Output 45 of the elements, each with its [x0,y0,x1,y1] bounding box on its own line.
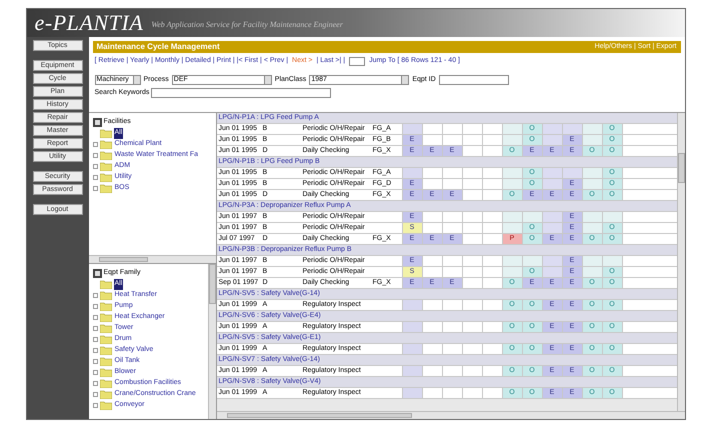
expand-icon[interactable] [92,326,98,331]
folder-icon [100,129,112,138]
folder-icon [100,368,112,377]
expand-icon[interactable] [92,164,98,169]
vertical-scrollbar[interactable] [208,264,216,419]
folder-icon [100,390,112,399]
folder-icon [100,346,112,355]
eqpt-id-field[interactable] [438,75,509,86]
expand-icon[interactable] [92,359,98,364]
expand-icon[interactable] [92,293,98,298]
folder-icon [100,302,112,311]
page-title: Maintenance Cycle Management [96,41,220,53]
expand-icon[interactable] [92,186,98,191]
expand-icon[interactable] [92,153,98,158]
folder-icon [100,184,112,193]
expand-icon[interactable] [92,348,98,353]
expand-icon[interactable] [92,403,98,408]
expand-icon[interactable] [92,315,98,320]
folder-icon [100,379,112,388]
expand-icon[interactable] [92,392,98,397]
tagline: Web Application Service for Facility Maintenance Engineer [151,19,343,31]
folder-icon [100,335,112,344]
folder-icon [100,151,112,160]
folder-icon [100,313,112,322]
logo: e-PLANTIA [34,12,144,34]
tree-root-icon [92,268,102,278]
folder-icon [100,140,112,149]
folder-icon [100,324,112,333]
folder-icon [100,291,112,300]
folder-icon [100,173,112,182]
folder-icon [100,280,112,289]
expand-icon[interactable] [92,142,98,147]
horizontal-scrollbar[interactable] [216,411,684,419]
tree-root-icon [92,118,102,127]
expand-icon[interactable] [92,370,98,375]
expand-icon[interactable] [92,337,98,342]
expand-icon[interactable] [92,304,98,309]
jump-field[interactable] [349,57,366,66]
keywords-field[interactable] [151,88,332,98]
horizontal-scrollbar[interactable] [88,255,216,263]
expand-icon[interactable] [92,381,98,386]
folder-icon [100,401,112,410]
expand-icon[interactable] [92,175,98,180]
folder-icon [100,357,112,366]
folder-icon [100,162,112,171]
